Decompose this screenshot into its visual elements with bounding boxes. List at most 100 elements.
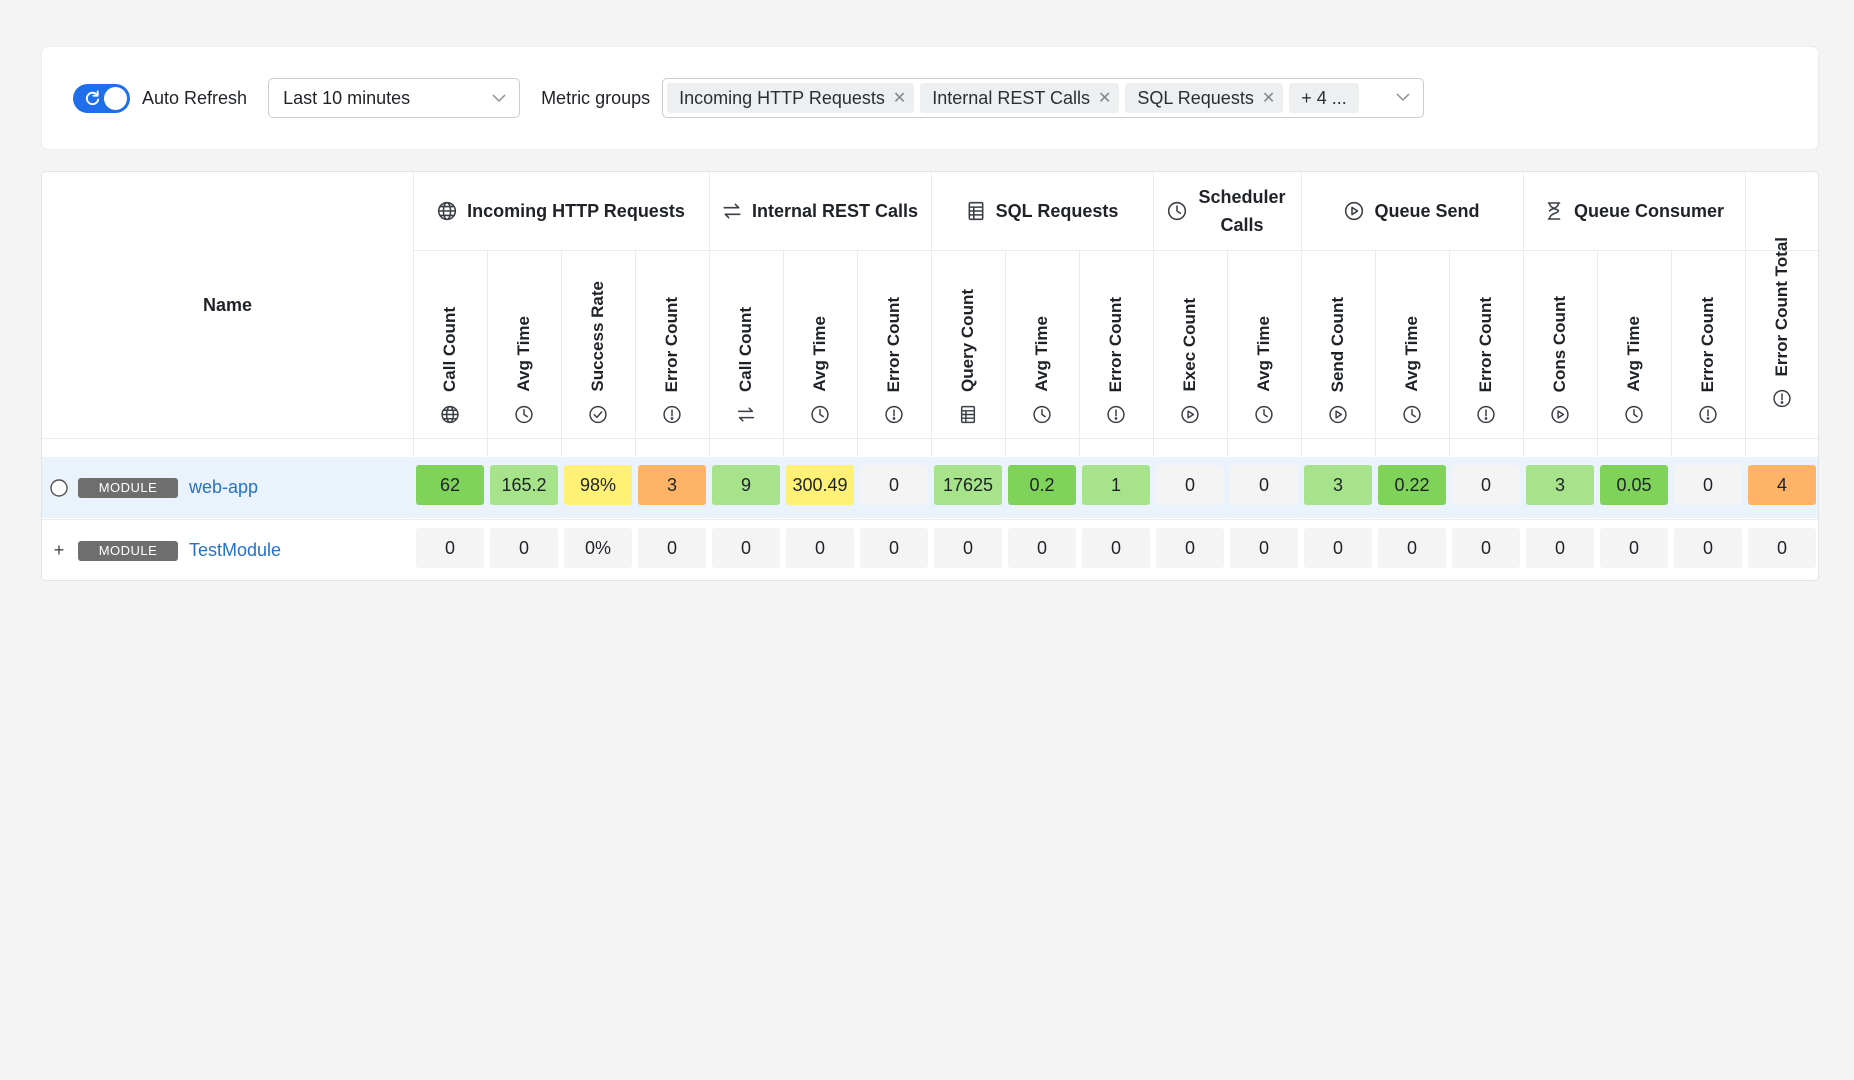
column-header-label: Avg Time	[810, 316, 829, 392]
group-header-title: Incoming HTTP Requests	[467, 201, 685, 221]
group-header-incoming-http-requests[interactable]: Incoming HTTP Requests	[413, 172, 709, 250]
metric-cell: 165.2	[490, 465, 558, 505]
table-row[interactable]: MODULE web-app 62 165.2 98% 3 9 300.49 0 17625 0.2…	[42, 457, 1818, 518]
group-header-scheduler-calls[interactable]: Scheduler Calls	[1153, 172, 1301, 250]
more-tags[interactable]: + 4 ...	[1289, 83, 1359, 113]
metric-cell: 17625	[934, 465, 1002, 505]
metric-cell: 0	[490, 528, 558, 568]
group-header-queue-consumer[interactable]: Queue Consumer	[1523, 172, 1745, 250]
column-header-label: Success Rate	[588, 281, 607, 392]
auto-refresh-label: Auto Refresh	[142, 87, 248, 108]
group-header-title: Internal REST Calls	[751, 201, 919, 221]
metric-cell: 0	[1526, 528, 1594, 568]
more-tags-label: + 4 ...	[1301, 87, 1347, 108]
column-header-cons-count[interactable]: Cons Count	[1523, 250, 1597, 438]
row-name-cell: + MODULE TestModule	[42, 520, 281, 580]
check-circle-icon	[589, 405, 607, 424]
column-header-success-rate[interactable]: Success Rate	[561, 250, 635, 438]
column-header-label: Error Count	[662, 296, 681, 392]
column-header-label: Avg Time	[514, 316, 533, 392]
metric-tag: Incoming HTTP Requests ✕	[667, 83, 915, 113]
column-header-avg-time[interactable]: Avg Time	[1375, 250, 1449, 438]
clock-icon	[515, 405, 533, 424]
toggle-knob	[104, 86, 127, 110]
time-range-select[interactable]: Last 10 minutes	[268, 78, 521, 118]
column-header-exec-count[interactable]: Exec Count	[1153, 250, 1227, 438]
column-header-error-count[interactable]: Error Count	[1079, 250, 1153, 438]
metric-tag: SQL Requests ✕	[1125, 83, 1284, 113]
module-badge: MODULE	[78, 477, 178, 498]
toolbar: Auto Refresh Last 10 minutes Metric grou…	[42, 47, 1818, 149]
module-link[interactable]: TestModule	[189, 540, 281, 561]
metric-cell: 0	[860, 528, 928, 568]
close-icon[interactable]: ✕	[893, 88, 906, 108]
metric-groups-label: Metric groups	[541, 87, 651, 108]
table-row[interactable]: + MODULE TestModule 0 0 0% 0 0 0 0 0 0 0 0 0 0 0 0 0 0 0 0	[42, 520, 1818, 580]
clock-icon	[1255, 405, 1273, 424]
arrows-exchange-icon	[737, 407, 755, 422]
column-header-avg-time[interactable]: Avg Time	[1005, 250, 1079, 438]
group-header-sql-requests[interactable]: SQL Requests	[931, 172, 1153, 250]
column-header-send-count[interactable]: Send Count	[1301, 250, 1375, 438]
hourglass-icon	[1547, 202, 1561, 220]
name-header-label: Name	[202, 294, 253, 315]
module-link[interactable]: web-app	[189, 477, 258, 498]
play-circle-icon	[1181, 405, 1199, 424]
metric-cell: 0	[1452, 465, 1520, 505]
column-header-avg-time[interactable]: Avg Time	[1227, 250, 1301, 438]
metric-cell: 0	[1674, 528, 1742, 568]
metric-cell: 0	[1452, 528, 1520, 568]
metric-cell: 0	[1082, 528, 1150, 568]
close-icon[interactable]: ✕	[1098, 88, 1111, 108]
column-header-query-count[interactable]: Query Count	[931, 250, 1005, 438]
metric-cell: 0	[1378, 528, 1446, 568]
alert-circle-icon	[1107, 405, 1125, 424]
column-header-label: Exec Count	[1180, 298, 1199, 392]
metric-cell: 0	[1600, 528, 1668, 568]
row-name-cell: MODULE web-app	[42, 457, 258, 518]
column-header-avg-time[interactable]: Avg Time	[487, 250, 561, 438]
group-header-title: Queue Consumer	[1573, 201, 1725, 221]
metric-groups-select[interactable]: Incoming HTTP Requests ✕ Internal REST C…	[662, 78, 1425, 118]
auto-refresh-toggle[interactable]	[73, 83, 130, 113]
group-header-queue-send[interactable]: Queue Send	[1301, 172, 1523, 250]
metric-cell: 0.22	[1378, 465, 1446, 505]
clock-icon	[1625, 405, 1643, 424]
column-header-error-count[interactable]: Error Count	[857, 250, 931, 438]
column-header-avg-time[interactable]: Avg Time	[1597, 250, 1671, 438]
group-header-title: Queue Send	[1374, 201, 1480, 221]
module-badge: MODULE	[78, 540, 178, 561]
group-header-title: Scheduler Calls	[1198, 187, 1286, 235]
row-divider	[42, 519, 1818, 520]
metric-cell: 3	[1526, 465, 1594, 505]
globe-icon	[438, 201, 457, 221]
metric-cell: 0.2	[1008, 465, 1076, 505]
column-header-error-count[interactable]: Error Count	[635, 250, 709, 438]
metric-cell: 0	[1674, 465, 1742, 505]
column-header-call-count[interactable]: Call Count	[413, 250, 487, 438]
close-icon[interactable]: ✕	[1262, 88, 1275, 108]
metric-cell: 0	[1156, 528, 1224, 568]
column-header-avg-time[interactable]: Avg Time	[783, 250, 857, 438]
column-header-error-count[interactable]: Error Count	[1449, 250, 1523, 438]
alert-circle-icon	[1477, 405, 1495, 424]
column-header-label: Send Count	[1328, 296, 1347, 392]
clock-icon	[1167, 201, 1187, 221]
alert-circle-icon	[1773, 389, 1791, 408]
metrics-table: Name Incoming HTTP Requests Internal REST…	[42, 172, 1818, 580]
alert-circle-icon	[663, 405, 681, 424]
play-circle-icon	[1551, 405, 1569, 424]
column-header-label: Avg Time	[1624, 316, 1643, 392]
group-header-title: SQL Requests	[995, 201, 1119, 221]
name-column-header[interactable]: Name	[42, 172, 413, 438]
column-header-label: Error Count	[1476, 296, 1495, 392]
clock-icon	[1033, 405, 1051, 424]
chevron-down-icon	[492, 94, 506, 103]
database-table-icon	[968, 201, 984, 221]
expand-plus-icon[interactable]: +	[48, 540, 70, 562]
expand-toggle-icon[interactable]	[48, 477, 70, 499]
column-header-error-count[interactable]: Error Count	[1671, 250, 1745, 438]
column-header-error-count-total[interactable]: Error Count Total	[1745, 172, 1818, 438]
column-header-call-count[interactable]: Call Count	[709, 250, 783, 438]
group-header-internal-rest-calls[interactable]: Internal REST Calls	[709, 172, 931, 250]
